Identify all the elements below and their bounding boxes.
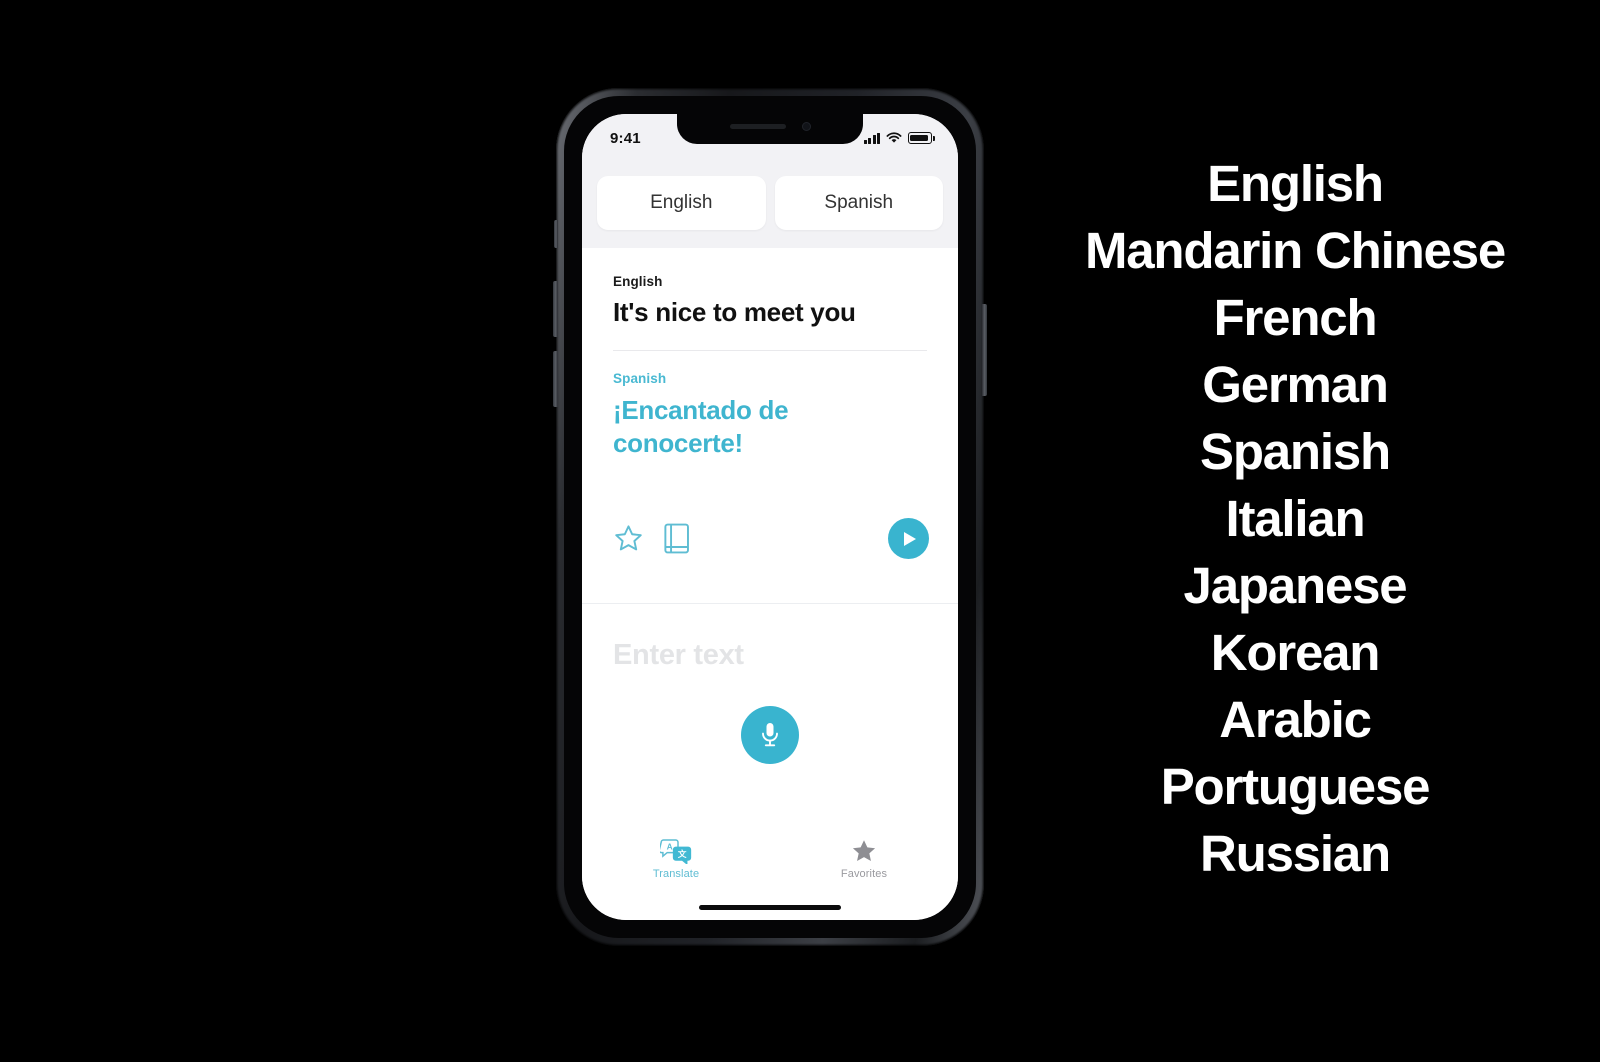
language-picker-header: English Spanish — [582, 158, 958, 248]
tab-item-translate[interactable]: A 文 Translate — [582, 839, 770, 880]
language-list-item: Mandarin Chinese — [1084, 222, 1506, 279]
play-audio-button[interactable] — [888, 518, 929, 559]
earpiece-speaker-icon — [729, 124, 786, 129]
home-indicator[interactable] — [699, 905, 841, 910]
tab-bar: A 文 Translate Favorites — [582, 830, 958, 920]
tab-item-favorites[interactable]: Favorites — [770, 839, 958, 880]
card-actions — [613, 518, 929, 559]
language-list-item: Portuguese — [1160, 758, 1431, 815]
supported-languages-list: English Mandarin Chinese French German S… — [1035, 150, 1555, 887]
wifi-icon — [886, 132, 902, 143]
language-list-item: French — [1213, 289, 1378, 346]
svg-text:文: 文 — [677, 848, 687, 860]
language-list-item: Italian — [1225, 490, 1366, 547]
language-list-item: English — [1207, 155, 1384, 212]
target-language-chip[interactable]: Spanish — [774, 176, 943, 230]
status-bar-time: 9:41 — [610, 129, 641, 147]
microphone-button[interactable] — [741, 706, 799, 764]
microphone-icon — [762, 723, 778, 747]
silent-switch[interactable] — [554, 220, 558, 248]
volume-up-button[interactable] — [553, 281, 558, 337]
volume-down-button[interactable] — [553, 351, 558, 407]
language-list-item: German — [1202, 356, 1389, 413]
phone-bezel: 9:41 English Spanish English It's nice t… — [564, 96, 976, 938]
enter-text-placeholder[interactable]: Enter text — [613, 639, 927, 672]
language-list-item: Arabic — [1219, 691, 1372, 748]
star-outline-icon[interactable] — [613, 523, 644, 554]
translated-text[interactable]: ¡Encantado de conocerte! — [613, 394, 863, 461]
star-filled-icon — [852, 840, 876, 862]
target-language-label: Spanish — [613, 371, 667, 386]
translation-card: English It's nice to meet you Spanish ¡E… — [582, 248, 958, 603]
card-divider — [613, 350, 927, 351]
phone-screen: 9:41 English Spanish English It's nice t… — [582, 114, 958, 920]
book-icon[interactable] — [664, 523, 690, 554]
svg-text:A: A — [667, 842, 673, 852]
battery-icon — [908, 132, 935, 144]
source-language-label: English — [613, 274, 663, 289]
translate-bubbles-icon: A 文 — [660, 839, 692, 864]
notch — [677, 114, 863, 144]
phone-device: 9:41 English Spanish English It's nice t… — [553, 88, 987, 946]
status-bar-icons — [863, 132, 935, 144]
source-language-chip[interactable]: English — [597, 176, 766, 230]
cellular-signal-icon — [863, 132, 880, 144]
language-list-item: Russian — [1200, 825, 1391, 882]
language-list-item: Korean — [1210, 624, 1381, 681]
text-input-section[interactable]: Enter text — [582, 603, 958, 830]
play-icon — [904, 531, 917, 546]
source-text[interactable]: It's nice to meet you — [613, 297, 927, 328]
front-camera-icon — [801, 122, 811, 131]
tab-label-favorites: Favorites — [840, 868, 888, 880]
power-button[interactable] — [982, 304, 987, 396]
tab-label-translate: Translate — [652, 868, 700, 880]
language-list-item: Spanish — [1200, 423, 1391, 480]
language-list-item: Japanese — [1183, 557, 1408, 614]
